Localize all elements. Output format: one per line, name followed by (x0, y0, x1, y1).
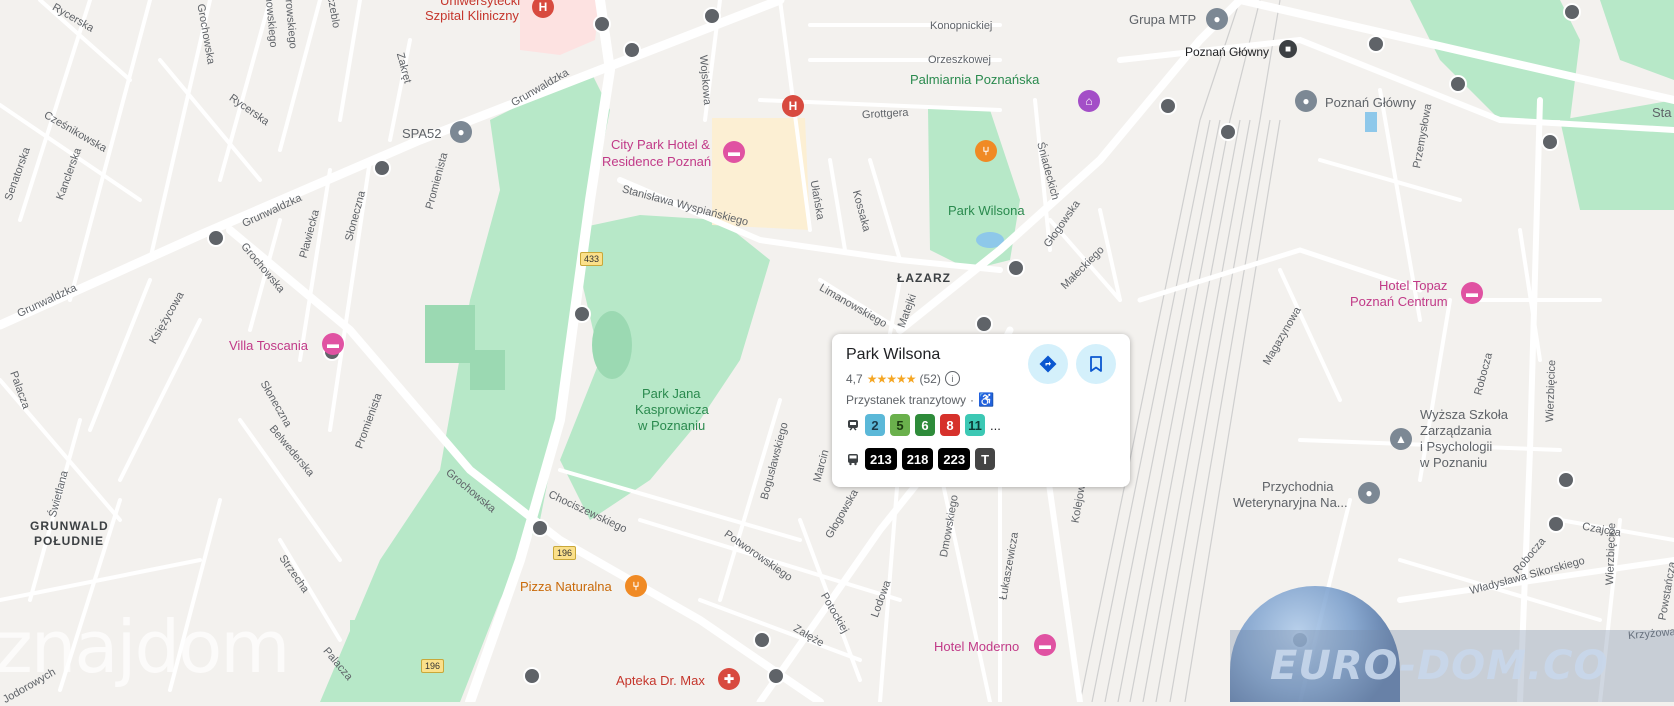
tram-lines-row: 2 5 6 8 11 ... (846, 414, 1001, 436)
separator-dot: · (970, 393, 975, 407)
poi-hotel-topaz-line2[interactable]: Poznań Centrum (1350, 294, 1448, 309)
school-icon[interactable]: ▲ (1390, 428, 1412, 450)
tram-line-badge[interactable]: 5 (890, 414, 910, 436)
road-number-196-b: 196 (421, 659, 445, 673)
tram-icon (848, 420, 858, 431)
street-wierzbiecice: Wierzbięcice (1544, 359, 1559, 423)
place-type: Przystanek tranzytowy (846, 393, 967, 407)
train-station-icon[interactable]: ■ (1279, 40, 1297, 58)
tram-line-badge[interactable]: 8 (940, 414, 960, 436)
poi-park-jana-line1[interactable]: Park Jana (642, 386, 701, 401)
save-button[interactable] (1076, 344, 1116, 384)
poi-city-park-hotel-line2[interactable]: Residence Poznań (602, 154, 711, 169)
place-info-card[interactable]: Park Wilsona 4,7 ★★★★★ (52) i Przystanek… (832, 334, 1130, 487)
watermark-right: EURO-DOM.CO (1270, 643, 1609, 689)
spa-icon[interactable]: ● (450, 121, 472, 143)
pharmacy-icon[interactable]: ✚ (718, 668, 740, 690)
watermark-left: znajdom (0, 605, 290, 689)
accessibility-icon: ♿ (978, 392, 995, 407)
star-rating-icon: ★★★★★ (866, 371, 917, 386)
road-number-196: 196 (553, 546, 577, 560)
poi-spa52[interactable]: SPA52 (402, 126, 442, 141)
info-icon[interactable]: i (944, 371, 960, 386)
more-lines[interactable]: ... (990, 418, 1001, 433)
bus-line-badge[interactable]: T (975, 448, 996, 470)
poi-przychodnia-line2[interactable]: Weterynaryjna Na... (1233, 495, 1348, 510)
directions-button[interactable] (1028, 344, 1068, 384)
bus-line-badge[interactable]: 223 (938, 448, 971, 470)
bus-line-badge[interactable]: 213 (865, 448, 897, 470)
station-icon[interactable]: ● (1295, 90, 1317, 112)
poi-city-park-hotel-line1[interactable]: City Park Hotel & (611, 137, 710, 152)
place-icon[interactable]: ● (1206, 8, 1228, 30)
tram-line-badge[interactable]: 2 (865, 414, 885, 436)
poi-przychodnia-line1[interactable]: Przychodnia (1262, 479, 1334, 494)
poi-wyzsza-line1[interactable]: Wyższa Szkoła (1420, 407, 1508, 422)
museum-icon[interactable]: ⌂ (1078, 90, 1100, 112)
poi-park-jana-line3[interactable]: w Poznaniu (638, 418, 705, 433)
hospital-icon-2[interactable]: H (782, 95, 804, 117)
hotel-icon-villa[interactable]: ▬ (322, 333, 344, 355)
tram-line-badge[interactable]: 11 (965, 414, 985, 436)
district-grunwald: GRUNWALD (30, 519, 109, 533)
street-wierzbiecice-2: Wierzbięcice (1604, 522, 1619, 586)
pizza-icon[interactable]: ⑂ (625, 575, 647, 597)
poi-poznan-glowny[interactable]: Poznań Główny (1325, 95, 1416, 110)
review-count[interactable]: (52) (919, 372, 940, 386)
hotel-icon-topaz[interactable]: ▬ (1461, 282, 1483, 304)
district-lazarz: ŁAZARZ (897, 271, 951, 285)
poi-wyzsza-line3[interactable]: i Psychologii (1420, 439, 1492, 454)
vet-icon[interactable]: ● (1358, 482, 1380, 504)
bookmark-icon (1090, 356, 1102, 372)
poi-park-wilsona[interactable]: Park Wilsona (948, 203, 1025, 218)
street-konopnickiej: Konopnickiej (930, 20, 993, 32)
restaurant-icon[interactable]: ⑂ (975, 140, 997, 162)
card-type-row: Przystanek tranzytowy · ♿ (846, 392, 994, 408)
street-grottgera: Grottgera (861, 106, 909, 122)
tram-line-badge[interactable]: 6 (915, 414, 935, 436)
poi-hotel-moderno[interactable]: Hotel Moderno (934, 639, 1019, 654)
poi-wyzsza-line4[interactable]: w Poznaniu (1420, 455, 1487, 470)
directions-icon (1039, 355, 1057, 373)
hotel-icon[interactable]: ▬ (723, 141, 745, 163)
poi-pizza-naturalna[interactable]: Pizza Naturalna (520, 579, 612, 594)
rating-value: 4,7 (846, 371, 863, 386)
poi-hospital-line2[interactable]: Szpital Kliniczny (425, 8, 519, 23)
card-rating-row: 4,7 ★★★★★ (52) i (846, 371, 960, 386)
bus-lines-row: 213 218 223 T (846, 448, 996, 470)
poi-park-jana-line2[interactable]: Kasprowicza (635, 402, 709, 417)
road-number-433: 433 (580, 252, 604, 266)
district-poludnie: POŁUDNIE (34, 534, 105, 548)
poi-poznan-glowny-stop[interactable]: Poznań Główny (1185, 45, 1269, 59)
poi-stare[interactable]: Sta (1652, 105, 1672, 120)
hotel-icon-moderno[interactable]: ▬ (1034, 634, 1056, 656)
poi-villa-toscania[interactable]: Villa Toscania (229, 338, 308, 353)
bus-icon (848, 454, 858, 466)
poi-palmiarnia[interactable]: Palmiarnia Poznańska (910, 72, 1039, 87)
bus-line-badge[interactable]: 218 (901, 448, 934, 470)
poi-grupa-mtp[interactable]: Grupa MTP (1129, 12, 1196, 27)
card-title[interactable]: Park Wilsona (846, 346, 940, 364)
street-orzeszkowej: Orzeszkowej (928, 54, 991, 66)
poi-apteka[interactable]: Apteka Dr. Max (616, 673, 705, 688)
poi-wyzsza-line2[interactable]: Zarządzania (1420, 423, 1492, 438)
poi-hotel-topaz-line1[interactable]: Hotel Topaz (1379, 278, 1447, 293)
